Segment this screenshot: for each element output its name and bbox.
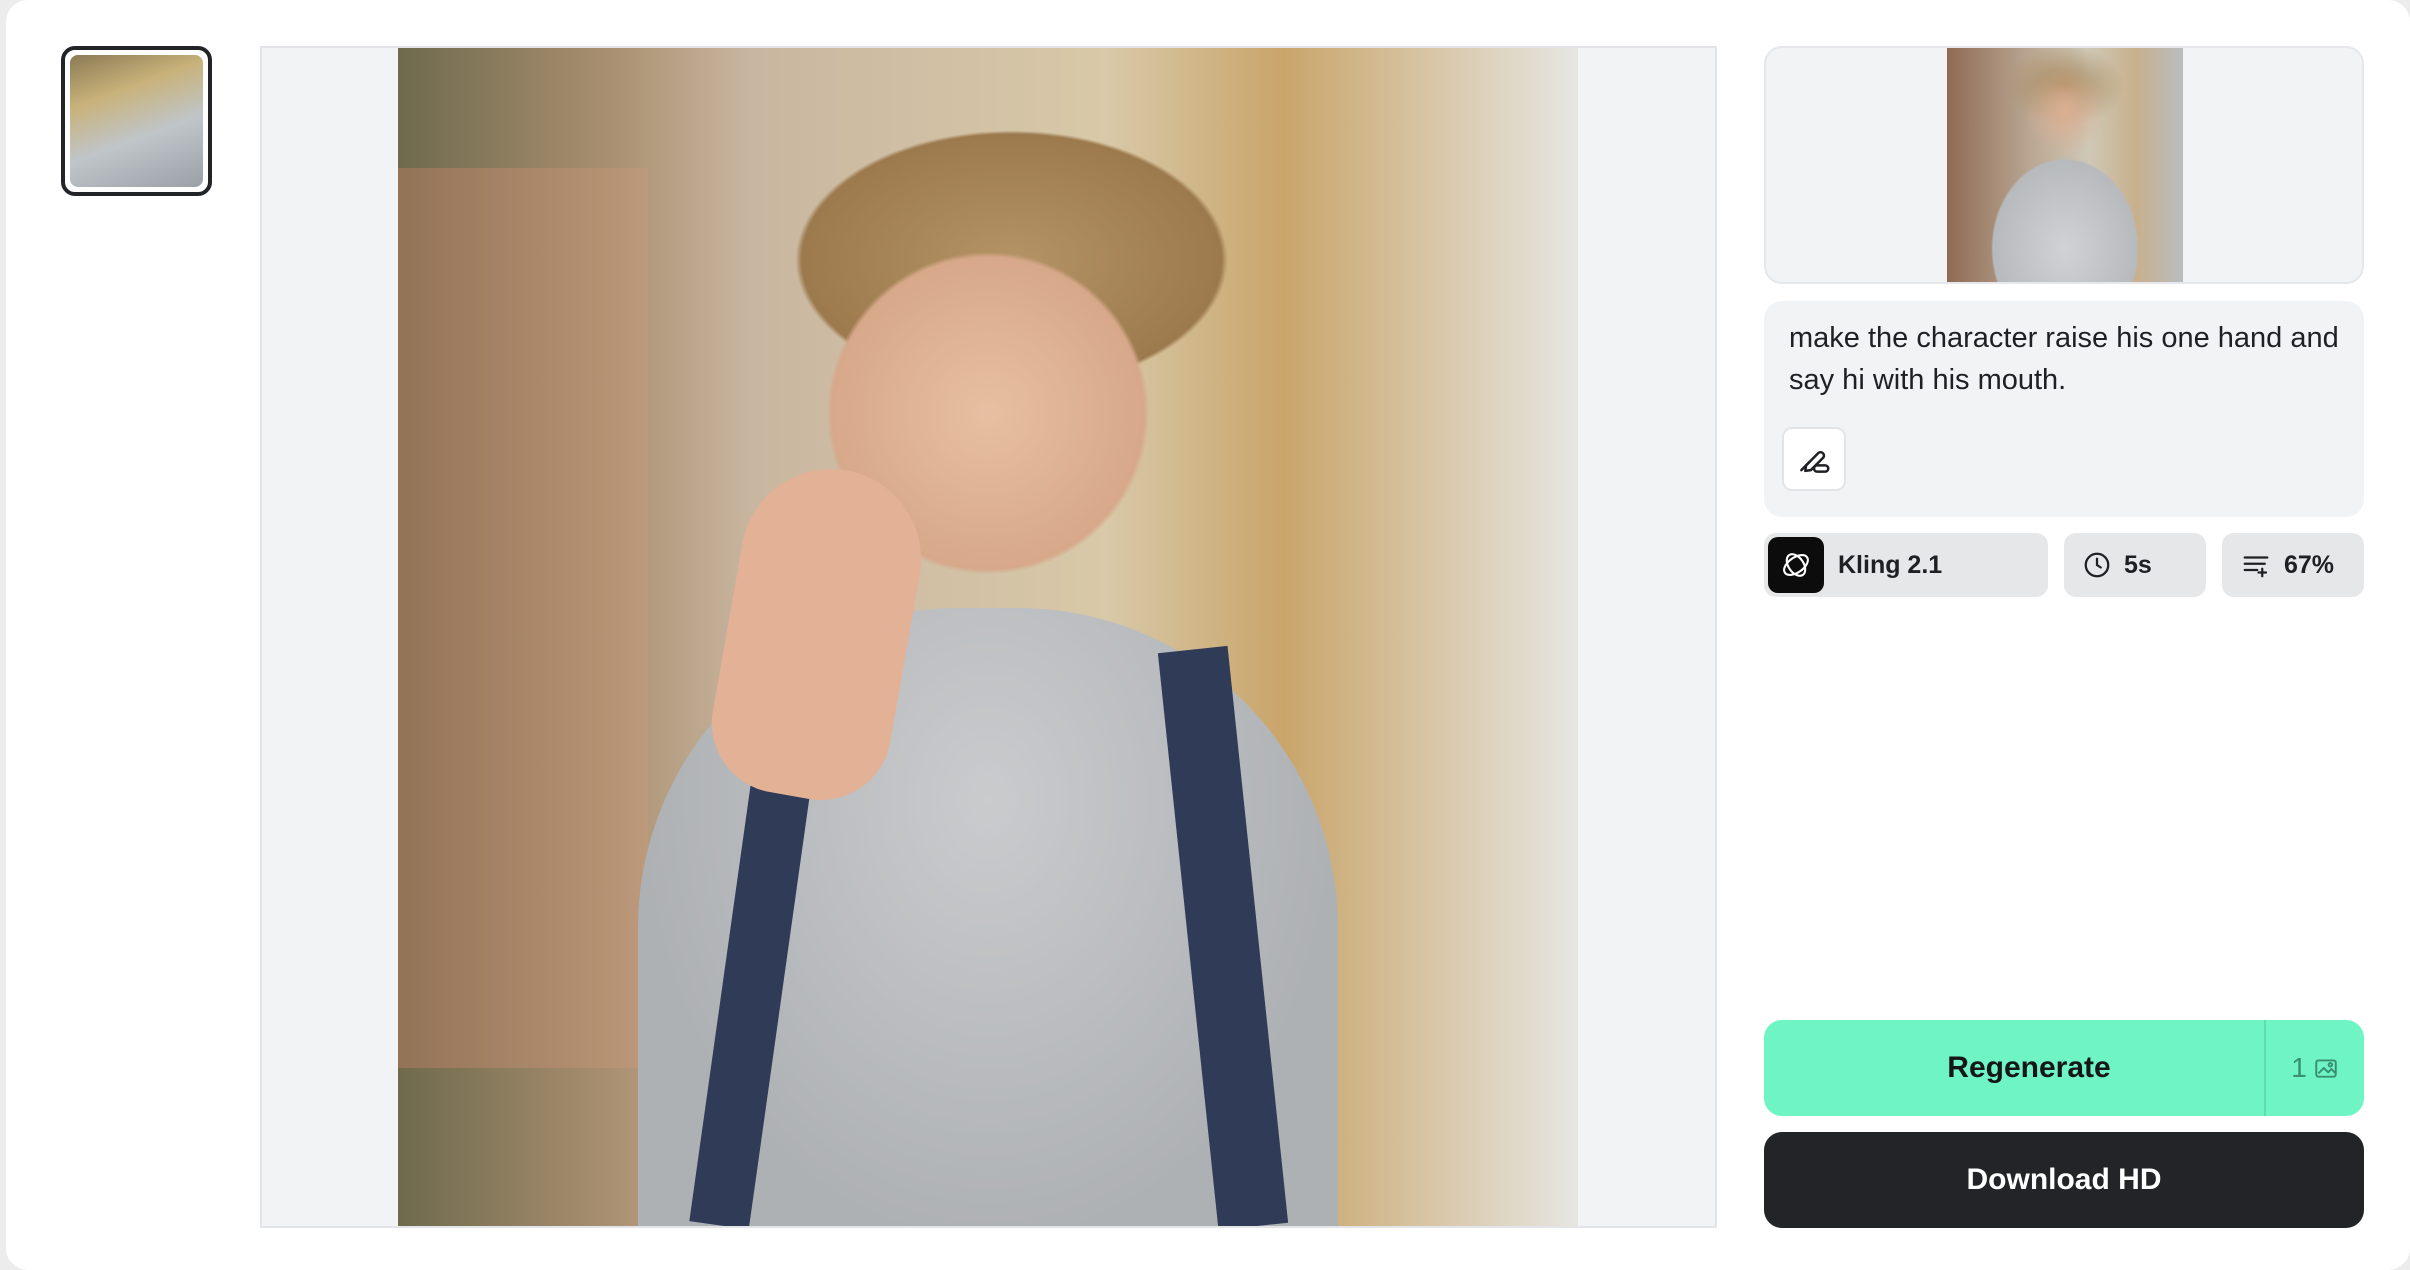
download-hd-button[interactable]: Download HD [1764, 1132, 2364, 1228]
image-wall [398, 168, 648, 1068]
regenerate-button[interactable]: Regenerate 1 [1764, 1020, 2364, 1116]
prompt-card: make the character raise his one hand an… [1764, 301, 2364, 517]
credit-cost: 1 [2264, 1020, 2364, 1116]
preview-image [398, 48, 1578, 1226]
kling-logo-icon [1768, 537, 1824, 593]
reference-image [1947, 48, 2183, 282]
duration-selector[interactable]: 5s [2064, 533, 2206, 597]
strength-label: 67% [2284, 550, 2335, 579]
preview-canvas [260, 46, 1717, 1228]
strength-lines-icon [2240, 550, 2272, 580]
edit-prompt-icon [1800, 450, 1830, 473]
generation-thumbnail[interactable] [61, 46, 212, 196]
edit-prompt-button[interactable] [1782, 427, 1846, 491]
reference-image-card[interactable] [1764, 46, 2364, 284]
credit-count: 1 [2291, 1052, 2307, 1083]
video-generator-panel: make the character raise his one hand an… [6, 0, 2410, 1270]
prompt-text: make the character raise his one hand an… [1789, 322, 2339, 396]
model-selector[interactable]: Kling 2.1 [1764, 533, 2048, 597]
duration-label: 5s [2124, 550, 2152, 579]
model-label: Kling 2.1 [1838, 550, 1943, 579]
thumbnail-image [70, 55, 203, 187]
image-credit-icon [2315, 1059, 2337, 1078]
regenerate-label: Regenerate [1947, 1051, 2111, 1084]
clock-icon [2082, 550, 2112, 580]
strength-selector[interactable]: 67% [2222, 533, 2364, 597]
